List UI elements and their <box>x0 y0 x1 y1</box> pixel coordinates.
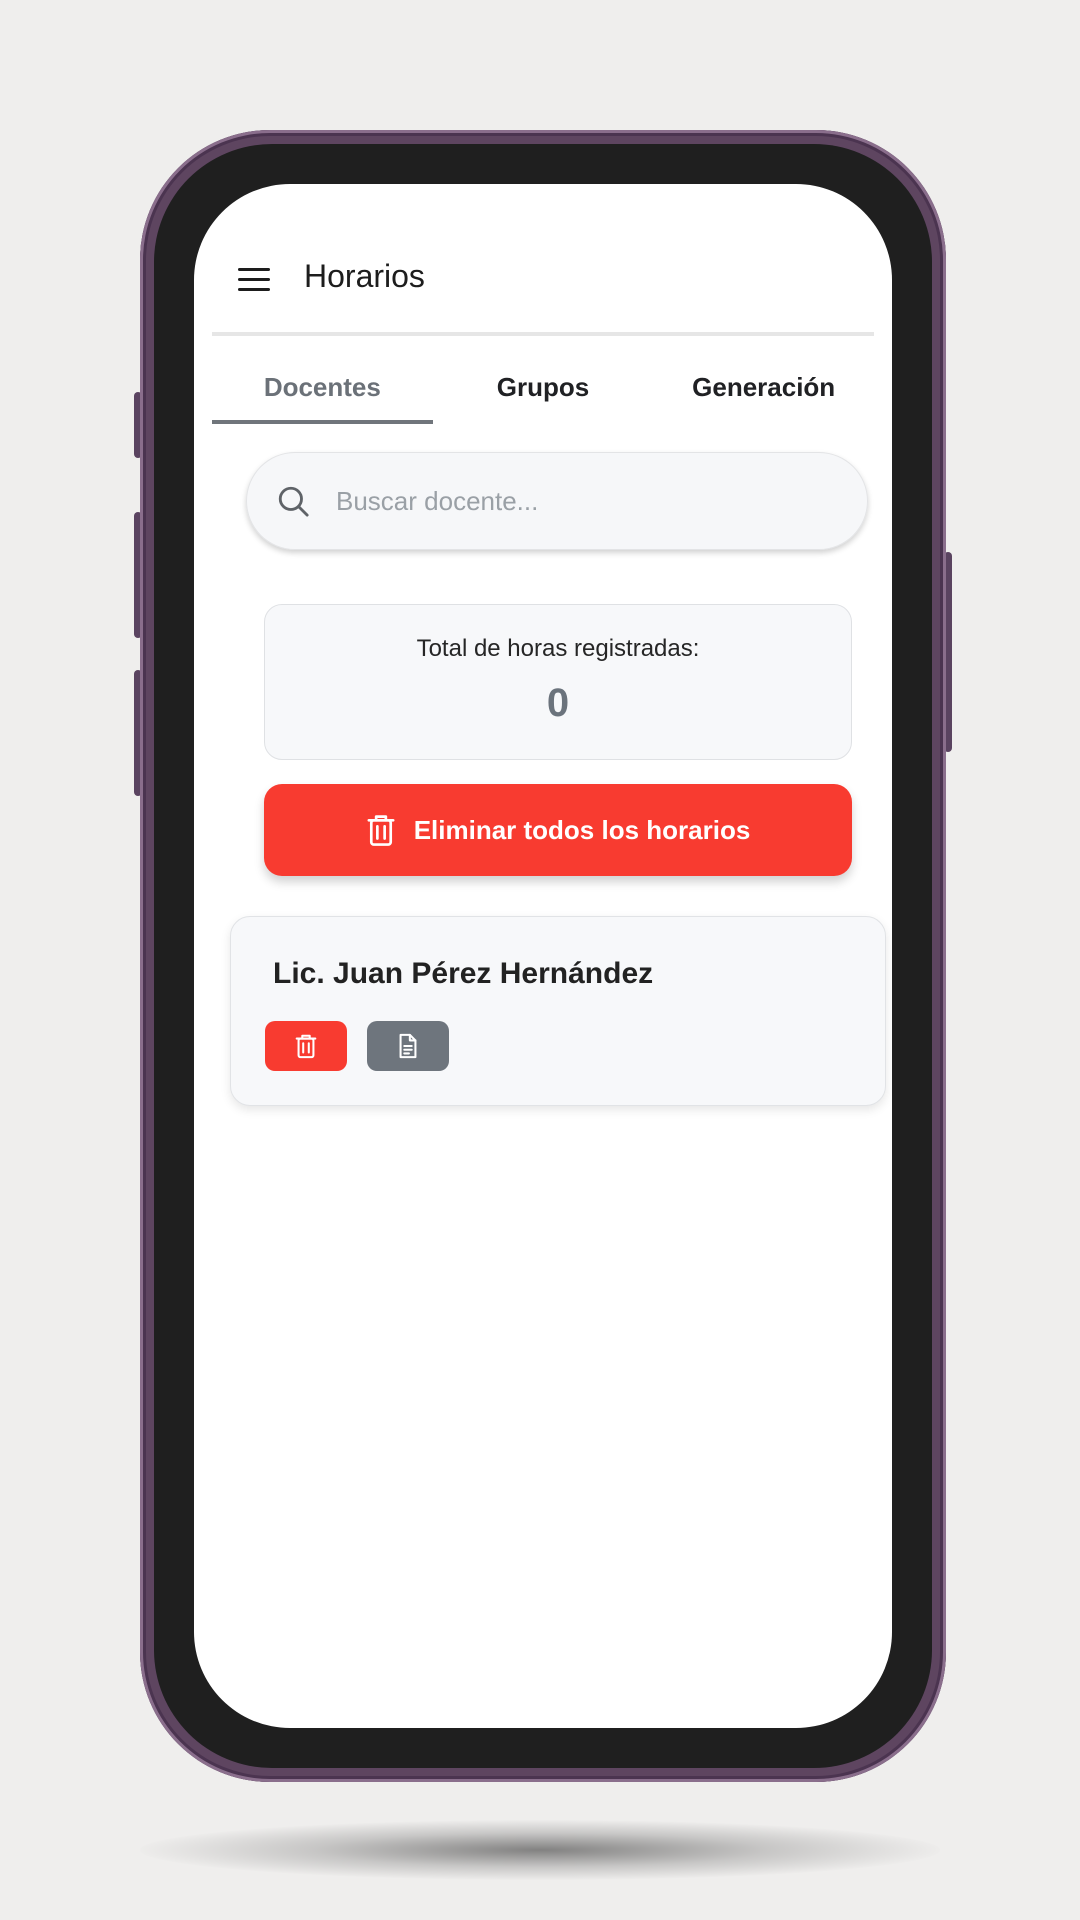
teacher-card[interactable]: Lic. Juan Pérez Hernández <box>230 916 886 1106</box>
total-hours-value: 0 <box>546 681 570 725</box>
app-screen: Horarios Docentes Grupos Generación Busc… <box>194 184 892 1728</box>
search-icon <box>278 486 309 517</box>
stage: Horarios Docentes Grupos Generación Busc… <box>0 0 1080 1920</box>
phone-frame: Horarios Docentes Grupos Generación Busc… <box>140 130 946 1782</box>
app-bar: Horarios <box>194 184 892 336</box>
search-input[interactable] <box>334 476 834 526</box>
delete-teacher-button[interactable] <box>265 1021 347 1071</box>
total-hours-card: Total de horas registradas: 0 <box>264 604 852 760</box>
trash-icon <box>367 815 395 846</box>
delete-all-schedules-button[interactable]: Eliminar todos los horarios <box>264 784 852 876</box>
trash-icon <box>295 1034 317 1059</box>
tab-grupos[interactable]: Grupos <box>433 354 654 424</box>
phone-shadow <box>140 1820 940 1880</box>
phone-bezel: Horarios Docentes Grupos Generación Busc… <box>154 144 932 1768</box>
tab-docentes[interactable]: Docentes <box>212 354 433 424</box>
delete-all-label: Eliminar todos los horarios <box>413 814 751 845</box>
total-hours-label: Total de horas registradas: <box>416 635 700 662</box>
search-bar <box>246 452 868 550</box>
hamburger-menu-icon[interactable] <box>238 268 270 292</box>
app-bar-divider <box>212 332 874 336</box>
page-title: Horarios <box>304 258 425 294</box>
document-icon <box>399 1033 417 1059</box>
teacher-name: Lic. Juan Pérez Hernández <box>273 957 654 990</box>
view-schedule-button[interactable] <box>367 1021 449 1071</box>
tab-bar: Docentes Grupos Generación <box>212 354 874 424</box>
tab-generacion[interactable]: Generación <box>653 354 874 424</box>
